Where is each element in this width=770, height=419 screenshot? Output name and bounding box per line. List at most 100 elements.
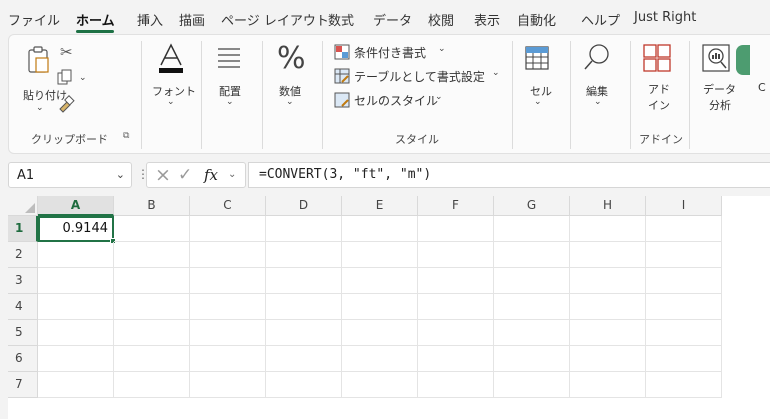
cell-e7[interactable]: [342, 372, 418, 398]
cell-h1[interactable]: [570, 216, 646, 242]
cell-a7[interactable]: [38, 372, 114, 398]
cut-off-label[interactable]: C: [758, 81, 766, 94]
cell-a2[interactable]: [38, 242, 114, 268]
paste-label[interactable]: 貼り付け: [23, 87, 67, 103]
cell-c7[interactable]: [190, 372, 266, 398]
column-header-c[interactable]: C: [190, 196, 266, 216]
enter-icon[interactable]: ✓: [178, 165, 192, 185]
cell-b1[interactable]: [114, 216, 190, 242]
tab-formulas[interactable]: 数式: [328, 10, 354, 29]
column-header-b[interactable]: B: [114, 196, 190, 216]
dialog-launcher-icon[interactable]: ⧉: [123, 131, 129, 141]
cut-icon[interactable]: ✂: [60, 43, 73, 61]
row-header-4[interactable]: 4: [8, 294, 38, 320]
format-as-table-icon[interactable]: [334, 68, 350, 84]
cell-i7[interactable]: [646, 372, 722, 398]
cell-f5[interactable]: [418, 320, 494, 346]
row-header-1[interactable]: 1: [8, 216, 38, 242]
conditional-formatting-label[interactable]: 条件付き書式: [354, 44, 426, 61]
number-dropdown-icon[interactable]: ⌄: [286, 97, 294, 107]
cell-i5[interactable]: [646, 320, 722, 346]
data-analysis-label-line1[interactable]: データ: [703, 81, 736, 97]
cell-c1[interactable]: [190, 216, 266, 242]
cell-e2[interactable]: [342, 242, 418, 268]
data-analysis-icon[interactable]: [701, 43, 731, 73]
cell-i1[interactable]: [646, 216, 722, 242]
cell-e5[interactable]: [342, 320, 418, 346]
paste-icon[interactable]: [27, 45, 51, 75]
cell-g6[interactable]: [494, 346, 570, 372]
cell-d5[interactable]: [266, 320, 342, 346]
cell-f4[interactable]: [418, 294, 494, 320]
function-dropdown-icon[interactable]: ⌄: [228, 169, 236, 180]
cell-e6[interactable]: [342, 346, 418, 372]
tab-automate[interactable]: 自動化: [517, 10, 556, 29]
format-as-table-dropdown-icon[interactable]: ⌄: [492, 68, 500, 78]
cell-b3[interactable]: [114, 268, 190, 294]
cell-g3[interactable]: [494, 268, 570, 294]
cell-b6[interactable]: [114, 346, 190, 372]
cell-i4[interactable]: [646, 294, 722, 320]
cell-f3[interactable]: [418, 268, 494, 294]
font-dropdown-icon[interactable]: ⌄: [167, 97, 175, 107]
cell-d1[interactable]: [266, 216, 342, 242]
cell-f6[interactable]: [418, 346, 494, 372]
cell-d4[interactable]: [266, 294, 342, 320]
cell-h7[interactable]: [570, 372, 646, 398]
cell-a4[interactable]: [38, 294, 114, 320]
cell-c5[interactable]: [190, 320, 266, 346]
cell-styles-label[interactable]: セルのスタイル: [354, 92, 438, 109]
cell-c3[interactable]: [190, 268, 266, 294]
select-all-button[interactable]: [8, 196, 38, 216]
search-icon[interactable]: [583, 43, 611, 73]
tab-insert[interactable]: 挿入: [137, 10, 163, 29]
format-as-table-label[interactable]: テーブルとして書式設定: [354, 68, 485, 85]
column-header-f[interactable]: F: [418, 196, 494, 216]
tab-draw[interactable]: 描画: [179, 10, 205, 29]
tab-just-right[interactable]: Just Right: [634, 10, 696, 25]
cell-a6[interactable]: [38, 346, 114, 372]
column-header-e[interactable]: E: [342, 196, 418, 216]
tab-data[interactable]: データ: [373, 10, 412, 29]
cell-b2[interactable]: [114, 242, 190, 268]
cells-dropdown-icon[interactable]: ⌄: [534, 97, 542, 107]
cell-styles-icon[interactable]: [334, 92, 350, 108]
tab-file[interactable]: ファイル: [8, 10, 60, 29]
alignment-dropdown-icon[interactable]: ⌄: [226, 97, 234, 107]
row-header-2[interactable]: 2: [8, 242, 38, 268]
cell-f7[interactable]: [418, 372, 494, 398]
cell-g4[interactable]: [494, 294, 570, 320]
cell-e3[interactable]: [342, 268, 418, 294]
alignment-icon[interactable]: [217, 47, 241, 69]
column-header-a[interactable]: A: [38, 196, 114, 216]
cell-h6[interactable]: [570, 346, 646, 372]
cell-i2[interactable]: [646, 242, 722, 268]
addins-label-line2[interactable]: イン: [648, 97, 670, 113]
cells-icon[interactable]: [524, 45, 550, 71]
cell-g1[interactable]: [494, 216, 570, 242]
cell-styles-dropdown-icon[interactable]: ⌄: [435, 92, 443, 102]
tab-view[interactable]: 表示: [474, 10, 500, 29]
cell-b4[interactable]: [114, 294, 190, 320]
cell-h4[interactable]: [570, 294, 646, 320]
column-header-d[interactable]: D: [266, 196, 342, 216]
insert-function-icon[interactable]: fx: [204, 166, 218, 184]
cell-a1[interactable]: 0.9144: [38, 216, 114, 242]
row-header-3[interactable]: 3: [8, 268, 38, 294]
cell-d7[interactable]: [266, 372, 342, 398]
cell-b5[interactable]: [114, 320, 190, 346]
font-icon[interactable]: [157, 43, 185, 75]
name-box-dropdown-icon[interactable]: ⌄: [116, 168, 125, 181]
column-header-g[interactable]: G: [494, 196, 570, 216]
partial-icon[interactable]: [736, 45, 750, 75]
conditional-formatting-icon[interactable]: [334, 44, 350, 60]
cell-h3[interactable]: [570, 268, 646, 294]
row-header-7[interactable]: 7: [8, 372, 38, 398]
row-header-6[interactable]: 6: [8, 346, 38, 372]
cell-c6[interactable]: [190, 346, 266, 372]
tab-help[interactable]: ヘルプ: [581, 10, 620, 29]
cell-d2[interactable]: [266, 242, 342, 268]
cell-g5[interactable]: [494, 320, 570, 346]
tab-page-layout[interactable]: ページ レイアウト: [221, 10, 329, 29]
formula-input[interactable]: =CONVERT(3, "ft", "m"): [248, 162, 770, 188]
